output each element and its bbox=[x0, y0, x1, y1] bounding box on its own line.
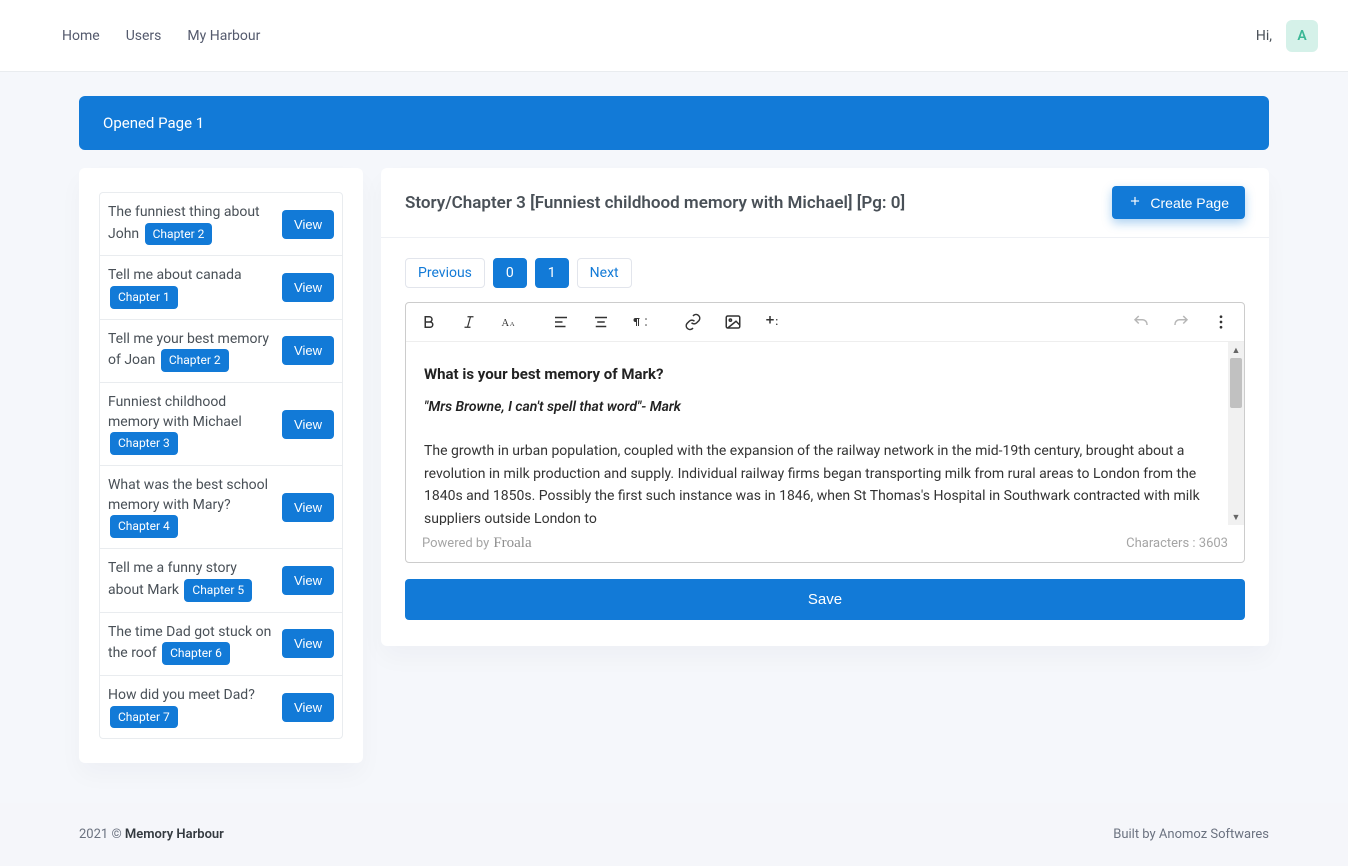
chapter-badge: Chapter 3 bbox=[110, 432, 178, 455]
view-button[interactable]: View bbox=[282, 273, 334, 302]
char-counter: Characters : 3603 bbox=[1126, 536, 1228, 551]
story-title: Funniest childhood memory with Michael C… bbox=[108, 393, 282, 455]
align-center-icon[interactable] bbox=[590, 311, 612, 333]
editor-body: The growth in urban population, coupled … bbox=[424, 440, 1210, 525]
scroll-thumb[interactable] bbox=[1230, 358, 1242, 408]
story-title: Tell me about canada Chapter 1 bbox=[108, 266, 282, 308]
create-page-button[interactable]: Create Page bbox=[1112, 186, 1245, 219]
editor-quote: "Mrs Browne, I can't spell that word"- M… bbox=[424, 396, 1210, 418]
pager-next[interactable]: Next bbox=[577, 258, 632, 288]
footer-brand: Memory Harbour bbox=[125, 827, 224, 842]
view-button[interactable]: View bbox=[282, 410, 334, 439]
story-title: How did you meet Dad? Chapter 7 bbox=[108, 686, 282, 728]
story-title: The funniest thing about John Chapter 2 bbox=[108, 203, 282, 245]
pager-page-1[interactable]: 1 bbox=[535, 258, 569, 288]
chapter-badge: Chapter 2 bbox=[145, 223, 213, 246]
save-button[interactable]: Save bbox=[405, 579, 1245, 620]
editor-toolbar: AA bbox=[406, 303, 1244, 342]
chapter-badge: Chapter 5 bbox=[184, 579, 252, 602]
align-left-icon[interactable] bbox=[550, 311, 572, 333]
story-list: The funniest thing about John Chapter 2V… bbox=[99, 192, 343, 739]
svg-text:A: A bbox=[510, 321, 515, 328]
story-row: What was the best school memory with Mar… bbox=[100, 466, 342, 549]
italic-icon[interactable] bbox=[458, 311, 480, 333]
froala-brand-text: Froala bbox=[493, 535, 531, 552]
more-options-icon[interactable] bbox=[1210, 311, 1232, 333]
footer: 2021 © Memory Harbour Built by Anomoz So… bbox=[0, 803, 1348, 866]
scroll-up-icon[interactable]: ▲ bbox=[1228, 342, 1244, 358]
view-button[interactable]: View bbox=[282, 693, 334, 722]
nav-right: Hi, A bbox=[1256, 20, 1318, 52]
bold-icon[interactable] bbox=[418, 311, 440, 333]
pager-previous[interactable]: Previous bbox=[405, 258, 485, 288]
nav-users[interactable]: Users bbox=[126, 28, 162, 44]
story-row: Funniest childhood memory with Michael C… bbox=[100, 383, 342, 466]
story-title: Tell me a funny story about Mark Chapter… bbox=[108, 559, 282, 601]
story-row: Tell me about canada Chapter 1View bbox=[100, 256, 342, 319]
editor-footer: Powered by Froala Characters : 3603 bbox=[406, 525, 1244, 562]
story-row: The funniest thing about John Chapter 2V… bbox=[100, 193, 342, 256]
page-title: Story/Chapter 3 [Funniest childhood memo… bbox=[405, 193, 905, 213]
editor-scrollbar[interactable]: ▲ ▼ bbox=[1228, 342, 1244, 525]
footer-right: Built by Anomoz Softwares bbox=[1113, 827, 1269, 842]
editor-card: Story/Chapter 3 [Funniest childhood memo… bbox=[381, 168, 1269, 646]
char-count: 3603 bbox=[1199, 536, 1228, 551]
greeting-text: Hi, bbox=[1256, 28, 1272, 44]
footer-year: 2021 © bbox=[79, 827, 125, 842]
story-row: How did you meet Dad? Chapter 7View bbox=[100, 676, 342, 738]
pager: Previous 0 1 Next bbox=[405, 258, 1245, 288]
story-title: Tell me your best memory of Joan Chapter… bbox=[108, 330, 282, 372]
chapter-badge: Chapter 6 bbox=[162, 642, 230, 665]
story-row: The time Dad got stuck on the roof Chapt… bbox=[100, 613, 342, 676]
nav-home[interactable]: Home bbox=[62, 28, 100, 44]
char-label: Characters : bbox=[1126, 536, 1195, 551]
link-icon[interactable] bbox=[682, 311, 704, 333]
story-row: Tell me your best memory of Joan Chapter… bbox=[100, 320, 342, 383]
view-button[interactable]: View bbox=[282, 210, 334, 239]
view-button[interactable]: View bbox=[282, 336, 334, 365]
story-list-card: The funniest thing about John Chapter 2V… bbox=[79, 168, 363, 763]
pager-page-0[interactable]: 0 bbox=[493, 258, 527, 288]
nav-myharbour[interactable]: My Harbour bbox=[187, 28, 260, 44]
editor-content[interactable]: What is your best memory of Mark? "Mrs B… bbox=[406, 342, 1228, 525]
banner-opened-page: Opened Page 1 bbox=[79, 96, 1269, 150]
story-row: Tell me a funny story about Mark Chapter… bbox=[100, 549, 342, 612]
card-header: Story/Chapter 3 [Funniest childhood memo… bbox=[381, 168, 1269, 238]
chapter-badge: Chapter 7 bbox=[110, 706, 178, 729]
plus-icon bbox=[1128, 194, 1142, 211]
chapter-badge: Chapter 2 bbox=[161, 349, 229, 372]
chapter-badge: Chapter 4 bbox=[110, 515, 178, 538]
story-title: What was the best school memory with Mar… bbox=[108, 476, 282, 538]
footer-left: 2021 © Memory Harbour bbox=[79, 827, 224, 842]
view-button[interactable]: View bbox=[282, 566, 334, 595]
view-button[interactable]: View bbox=[282, 493, 334, 522]
view-button[interactable]: View bbox=[282, 629, 334, 658]
scroll-down-icon[interactable]: ▼ bbox=[1228, 509, 1244, 525]
insert-more-icon[interactable] bbox=[762, 311, 784, 333]
svg-text:A: A bbox=[502, 318, 510, 329]
undo-icon[interactable] bbox=[1130, 311, 1152, 333]
avatar[interactable]: A bbox=[1286, 20, 1318, 52]
redo-icon[interactable] bbox=[1170, 311, 1192, 333]
story-title: The time Dad got stuck on the roof Chapt… bbox=[108, 623, 282, 665]
powered-by: Powered by Froala bbox=[422, 535, 532, 552]
create-page-label: Create Page bbox=[1150, 195, 1229, 211]
font-size-icon[interactable]: AA bbox=[498, 311, 520, 333]
image-icon[interactable] bbox=[722, 311, 744, 333]
navbar: Home Users My Harbour Hi, A bbox=[0, 0, 1348, 72]
paragraph-format-icon[interactable] bbox=[630, 311, 652, 333]
powered-by-label: Powered by bbox=[422, 536, 489, 551]
nav-links: Home Users My Harbour bbox=[62, 28, 260, 44]
editor-heading: What is your best memory of Mark? bbox=[424, 362, 1210, 386]
rich-text-editor: AA bbox=[405, 302, 1245, 563]
chapter-badge: Chapter 1 bbox=[110, 286, 178, 309]
